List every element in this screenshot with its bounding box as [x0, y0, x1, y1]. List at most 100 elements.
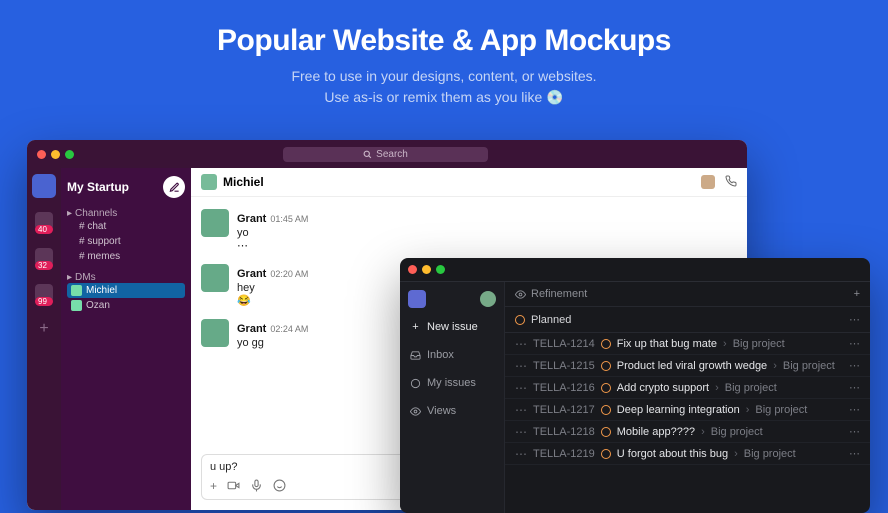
mic-icon[interactable] [250, 479, 263, 493]
hero-line1: Free to use in your designs, content, or… [291, 68, 596, 84]
issue-id: TELLA-1214 [533, 338, 595, 350]
more-indicator: ⋯ [237, 239, 308, 252]
call-icon[interactable] [725, 175, 737, 189]
sidebar-item-views[interactable]: Views [408, 402, 496, 420]
emoji-icon[interactable] [273, 479, 286, 493]
traffic-light-minimize-icon[interactable] [422, 265, 431, 274]
dm-item[interactable]: Michiel [67, 283, 185, 298]
issue-title: Deep learning integration [617, 404, 740, 416]
message-text: hey [237, 282, 308, 294]
priority-icon[interactable]: ⋯ [515, 448, 527, 460]
channels-section[interactable]: ▸ Channels [67, 208, 185, 219]
reaction-icon[interactable]: 😂 [237, 294, 308, 307]
message-author[interactable]: Grant [237, 268, 266, 280]
issue-project[interactable]: Big project [783, 360, 835, 372]
more-icon[interactable]: ⋯ [849, 337, 860, 350]
priority-icon[interactable]: ⋯ [515, 382, 527, 394]
priority-icon[interactable]: ⋯ [515, 404, 527, 416]
workspace-icon[interactable] [32, 174, 56, 198]
status-ring-icon [601, 361, 611, 371]
issue-title: Add crypto support [617, 382, 709, 394]
hero-title: Popular Website & App Mockups [0, 24, 888, 58]
more-icon[interactable]: ⋯ [849, 359, 860, 372]
chevron-right-icon: › [734, 448, 738, 460]
issues-icon [410, 378, 421, 389]
status-ring-icon [601, 449, 611, 459]
avatar-icon [71, 285, 82, 296]
traffic-light-close-icon[interactable] [408, 265, 417, 274]
issue-project[interactable]: Big project [725, 382, 777, 394]
more-icon[interactable]: ⋯ [849, 403, 860, 416]
issue-row[interactable]: ⋯TELLA-1215Product led viral growth wedg… [505, 355, 870, 377]
chevron-right-icon: › [773, 360, 777, 372]
more-icon[interactable]: ⋯ [849, 425, 860, 438]
badge-count: 32 [35, 261, 53, 270]
add-workspace-button[interactable]: + [39, 320, 48, 338]
more-icon[interactable]: ⋯ [849, 313, 860, 326]
priority-icon[interactable]: ⋯ [515, 338, 527, 350]
linear-sidebar: +New issue Inbox My issues Views [400, 282, 505, 513]
traffic-light-zoom-icon[interactable] [65, 150, 74, 159]
workspace-name[interactable]: My Startup [67, 180, 129, 194]
add-attachment-icon[interactable]: + [210, 479, 217, 493]
issue-row[interactable]: ⋯TELLA-1219U forgot about this bug›Big p… [505, 443, 870, 465]
status-ring-icon [515, 315, 525, 325]
more-icon[interactable]: ⋯ [849, 447, 860, 460]
traffic-light-zoom-icon[interactable] [436, 265, 445, 274]
issue-id: TELLA-1216 [533, 382, 595, 394]
badge-count: 99 [35, 297, 53, 306]
issue-row[interactable]: ⋯TELLA-1217Deep learning integration›Big… [505, 399, 870, 421]
traffic-light-close-icon[interactable] [37, 150, 46, 159]
sidebar-item-my-issues[interactable]: My issues [408, 374, 496, 392]
channel-item[interactable]: # support [67, 234, 185, 249]
message: Grant01:45 AM yo ⋯ [201, 203, 737, 258]
avatar-icon [201, 319, 229, 347]
avatar-icon[interactable] [701, 175, 715, 189]
hero-line2: Use as-is or remix them as you like [324, 89, 546, 105]
issue-project[interactable]: Big project [733, 338, 785, 350]
search-placeholder: Search [376, 149, 408, 160]
chevron-right-icon: › [701, 426, 705, 438]
linear-logo-icon[interactable] [408, 290, 426, 308]
eye-icon [515, 289, 526, 300]
issue-row[interactable]: ⋯ TELLA-1218 Mobile app???? › Big project ⋯ [505, 421, 870, 443]
issue-id: TELLA-1218 [533, 426, 595, 438]
dm-item[interactable]: Ozan [67, 298, 185, 313]
group-title[interactable]: Planned [531, 314, 571, 326]
chevron-right-icon: › [723, 338, 727, 350]
more-icon[interactable]: ⋯ [849, 381, 860, 394]
eye-icon [410, 406, 421, 417]
compose-button[interactable] [163, 176, 185, 198]
issue-title: Mobile app???? [617, 426, 695, 438]
issue-row[interactable]: ⋯TELLA-1216Add crypto support›Big projec… [505, 377, 870, 399]
issue-id: TELLA-1217 [533, 404, 595, 416]
channel-item[interactable]: # memes [67, 249, 185, 264]
linear-window: +New issue Inbox My issues Views Refinem… [400, 258, 870, 513]
issue-row[interactable]: ⋯TELLA-1214Fix up that bug mate›Big proj… [505, 333, 870, 355]
avatar-icon[interactable] [480, 291, 496, 307]
slack-sidebar: My Startup ▸ Channels # chat # support #… [61, 168, 191, 510]
message-author[interactable]: Grant [237, 213, 266, 225]
message-author[interactable]: Grant [237, 323, 266, 335]
avatar-icon [71, 300, 82, 311]
traffic-light-minimize-icon[interactable] [51, 150, 60, 159]
sidebar-item-inbox[interactable]: Inbox [408, 346, 496, 364]
workspace-rail: 40 32 99 + [27, 168, 61, 510]
inbox-icon [410, 350, 421, 361]
dms-section[interactable]: ▸ DMs [67, 272, 185, 283]
message-time: 02:20 AM [270, 269, 308, 279]
video-icon[interactable] [227, 479, 240, 493]
channel-item[interactable]: # chat [67, 219, 185, 234]
issue-project[interactable]: Big project [744, 448, 796, 460]
add-button[interactable]: + [854, 288, 860, 300]
badge-count: 40 [35, 225, 53, 234]
new-issue-button[interactable]: +New issue [408, 318, 496, 336]
chat-title[interactable]: Michiel [223, 175, 264, 189]
issue-project[interactable]: Big project [711, 426, 763, 438]
priority-icon[interactable]: ⋯ [515, 360, 527, 372]
message-text: yo gg [237, 337, 308, 349]
priority-icon[interactable]: ⋯ [515, 426, 527, 438]
search-input[interactable]: Search [283, 147, 488, 162]
issue-project[interactable]: Big project [755, 404, 807, 416]
breadcrumb[interactable]: Refinement [531, 288, 587, 300]
